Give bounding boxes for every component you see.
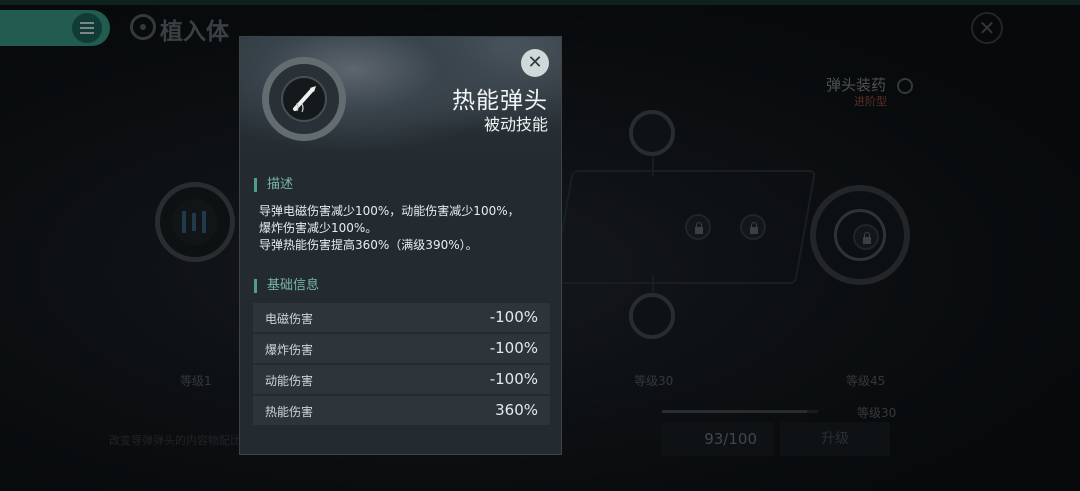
- missile-icon: [281, 76, 327, 122]
- stat-label: 热能伤害: [265, 405, 314, 419]
- skill-type: 被动技能: [483, 115, 548, 134]
- stat-label: 爆炸伤害: [265, 343, 314, 357]
- popup-close-button[interactable]: ✕: [521, 49, 549, 77]
- skill-name: 热能弹头: [452, 88, 548, 114]
- description-line: 导弹电磁伤害减少100%，动能伤害减少100%，: [259, 204, 520, 218]
- stat-row: 爆炸伤害 -100%: [253, 334, 550, 363]
- description-line: 爆炸伤害减少100%。: [259, 221, 378, 235]
- stat-row: 热能伤害 360%: [253, 396, 550, 425]
- skill-description: 导弹电磁伤害减少100%，动能伤害减少100%， 爆炸伤害减少100%。 导弹热…: [259, 203, 555, 254]
- stat-value: 360%: [495, 401, 538, 419]
- stats-table: 电磁伤害 -100% 爆炸伤害 -100% 动能伤害 -100% 热能伤害 36…: [253, 303, 550, 427]
- stats-heading: 基础信息: [254, 279, 319, 293]
- stat-value: -100%: [489, 339, 538, 357]
- description-line: 导弹热能伤害提高360%（满级390%）。: [259, 238, 478, 252]
- stat-value: -100%: [489, 370, 538, 388]
- stat-label: 电磁伤害: [265, 312, 314, 326]
- stat-value: -100%: [489, 308, 538, 326]
- skill-popup: ✕ 热能弹头 被动技能 描述 导弹电磁伤害减少100%，动能伤害减少100%， …: [239, 36, 562, 455]
- stat-label: 动能伤害: [265, 374, 314, 388]
- stat-row: 电磁伤害 -100%: [253, 303, 550, 332]
- skill-icon-ring: [262, 57, 346, 141]
- description-heading: 描述: [254, 178, 293, 192]
- stat-row: 动能伤害 -100%: [253, 365, 550, 394]
